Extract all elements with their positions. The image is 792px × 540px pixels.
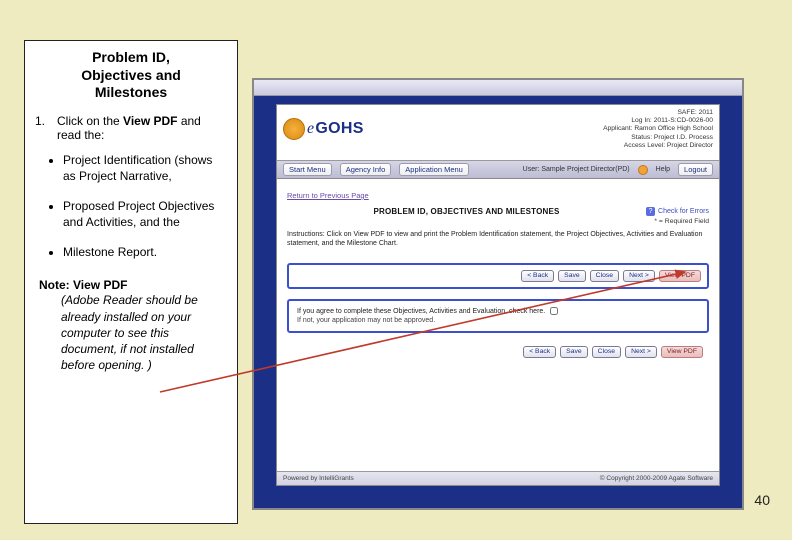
app-viewport: eGOHS SAFE: 2011 Log In: 2011-S:CD-0026-…: [254, 96, 742, 508]
save-button[interactable]: Save: [560, 346, 588, 358]
next-button[interactable]: Next >: [623, 270, 655, 282]
bullet-list: Project Identification (shows as Project…: [35, 152, 227, 261]
page-body: Return to Previous Page PROBLEM ID, OBJE…: [277, 179, 719, 367]
nav-user: User: Sample Project Director(PD): [523, 166, 630, 173]
meta-line: Log In: 2011-S:CD-0026-00: [603, 117, 713, 125]
step-number: 1.: [35, 114, 49, 142]
meta-line: SAFE: 2011: [603, 109, 713, 117]
agreement-box: If you agree to complete these Objective…: [287, 299, 709, 333]
required-field-note: * = Required Field: [646, 218, 709, 225]
brand-e: e: [307, 120, 314, 137]
app-card: eGOHS SAFE: 2011 Log In: 2011-S:CD-0026-…: [276, 104, 720, 486]
check-errors-link[interactable]: ? Check for Errors: [646, 207, 709, 216]
note: Note: View PDF (Adobe Reader should be a…: [35, 278, 227, 373]
back-button[interactable]: < Back: [523, 346, 556, 358]
nav-help[interactable]: Help: [656, 166, 670, 173]
header-meta: SAFE: 2011 Log In: 2011-S:CD-0026-00 App…: [603, 109, 713, 150]
close-button[interactable]: Close: [592, 346, 621, 358]
agree-line1: If you agree to complete these Objective…: [297, 308, 545, 315]
breadcrumb-link[interactable]: Return to Previous Page: [287, 191, 369, 200]
back-button[interactable]: < Back: [521, 270, 554, 282]
meta-line: Access Level: Project Director: [603, 142, 713, 150]
app-logo: eGOHS: [283, 109, 364, 150]
brand-rest: GOHS: [315, 120, 363, 137]
nav-application-menu[interactable]: Application Menu: [399, 163, 469, 176]
step-prefix: Click on the: [57, 114, 123, 128]
button-row-bottom: < Back Save Close Next > View PDF: [287, 343, 709, 361]
meta-line: Status: Project I.D. Process: [603, 134, 713, 142]
panel-title-line2: Objectives and: [81, 67, 181, 83]
slide-number: 40: [754, 492, 770, 508]
panel-title-line1: Problem ID,: [92, 49, 170, 65]
meta-line: Applicant: Ramon Office High School: [603, 125, 713, 133]
save-button[interactable]: Save: [558, 270, 586, 282]
app-header: eGOHS SAFE: 2011 Log In: 2011-S:CD-0026-…: [277, 105, 719, 161]
help-icon[interactable]: [638, 165, 648, 175]
panel-title: Problem ID, Objectives and Milestones: [35, 49, 227, 102]
step-bold: View PDF: [123, 114, 177, 128]
button-row-top: < Back Save Close Next > View PDF: [287, 263, 709, 289]
nav-logout[interactable]: Logout: [678, 163, 713, 176]
instructions-text: Instructions: Click on View PDF to view …: [287, 231, 709, 249]
view-pdf-button[interactable]: View PDF: [661, 346, 703, 358]
nav-agency-info[interactable]: Agency Info: [340, 163, 392, 176]
question-icon: ?: [646, 207, 655, 216]
close-button[interactable]: Close: [590, 270, 619, 282]
check-errors-label: Check for Errors: [658, 208, 709, 215]
instruction-panel: Problem ID, Objectives and Milestones 1.…: [24, 40, 238, 524]
next-button[interactable]: Next >: [625, 346, 657, 358]
app-footer: Powered by IntelliGrants © Copyright 200…: [277, 471, 719, 485]
bullet-item: Project Identification (shows as Project…: [63, 152, 227, 184]
view-pdf-button[interactable]: View PDF: [659, 270, 701, 282]
agree-line2: If not, your application may not be appr…: [297, 317, 435, 324]
agree-checkbox[interactable]: [550, 307, 558, 315]
brand-text: eGOHS: [307, 120, 364, 138]
bullet-item: Milestone Report.: [63, 244, 227, 260]
footer-left: Powered by IntelliGrants: [283, 475, 354, 482]
note-body: (Adobe Reader should be already installe…: [39, 292, 223, 373]
window-titlebar: [254, 80, 742, 96]
logo-icon: [283, 118, 305, 140]
page-title: PROBLEM ID, OBJECTIVES AND MILESTONES: [287, 207, 646, 216]
nav-start-menu[interactable]: Start Menu: [283, 163, 332, 176]
bullet-item: Proposed Project Objectives and Activiti…: [63, 198, 227, 230]
note-label: Note: View PDF: [39, 278, 127, 292]
step-text: Click on the View PDF and read the:: [57, 114, 201, 142]
panel-title-line3: Milestones: [95, 84, 167, 100]
footer-right: © Copyright 2000-2009 Agate Software: [600, 475, 713, 482]
step-1: 1. Click on the View PDF and read the:: [35, 114, 227, 142]
app-screenshot: eGOHS SAFE: 2011 Log In: 2011-S:CD-0026-…: [252, 78, 744, 510]
navbar: Start Menu Agency Info Application Menu …: [277, 161, 719, 179]
